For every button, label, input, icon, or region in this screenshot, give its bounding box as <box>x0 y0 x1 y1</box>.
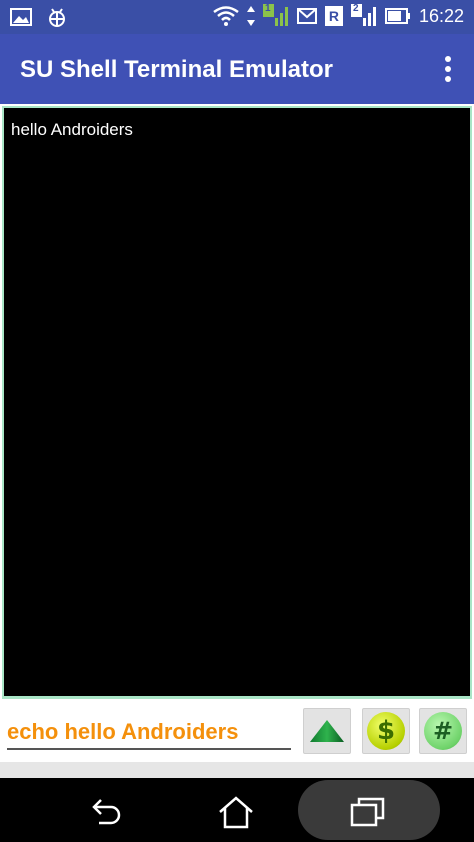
terminal-output-line: hello Androiders <box>11 120 133 139</box>
app-title: SU Shell Terminal Emulator <box>20 56 333 83</box>
roaming-icon: R <box>324 6 343 26</box>
status-time: 16:22 <box>418 5 464 26</box>
recents-icon <box>350 797 385 827</box>
history-up-button[interactable] <box>303 708 351 754</box>
hash-icon: # <box>424 712 462 750</box>
back-button[interactable] <box>86 792 126 832</box>
sim1-badge: 1 <box>264 3 271 14</box>
app-bar: SU Shell Terminal Emulator <box>0 34 474 104</box>
back-icon <box>92 799 121 825</box>
sim2-badge: 2 <box>352 3 359 14</box>
home-icon <box>219 796 253 829</box>
status-bar-notifications <box>10 6 68 28</box>
terminal-output[interactable]: hello Androiders <box>2 106 472 699</box>
status-bar-indicators: 1 R 2 16:22 <box>213 3 464 28</box>
roaming-letter: R <box>328 8 340 24</box>
dollar-icon: $ <box>367 712 405 750</box>
root-shell-button[interactable]: # <box>419 708 467 754</box>
wifi-icon <box>213 6 239 26</box>
bottom-divider <box>0 762 474 778</box>
mail-icon <box>296 8 317 24</box>
recents-button[interactable] <box>348 792 388 832</box>
android-debug-icon <box>49 8 65 27</box>
more-vert-icon[interactable] <box>440 54 456 84</box>
sim2-signal-icon: 2 <box>350 3 377 28</box>
image-notification-icon <box>10 8 32 26</box>
battery-icon <box>384 8 410 24</box>
sim1-signal-icon: 1 <box>262 3 289 28</box>
hash-label: # <box>432 717 454 745</box>
command-bar: $ # <box>0 700 474 760</box>
user-shell-button[interactable]: $ <box>362 708 410 754</box>
home-button[interactable] <box>216 792 256 832</box>
dollar-label: $ <box>376 716 396 746</box>
data-arrows-icon <box>246 6 255 26</box>
system-nav-bar <box>0 778 474 842</box>
command-input[interactable] <box>7 716 291 750</box>
up-arrow-icon <box>310 720 344 742</box>
status-bar: 1 R 2 16:22 <box>0 0 474 34</box>
